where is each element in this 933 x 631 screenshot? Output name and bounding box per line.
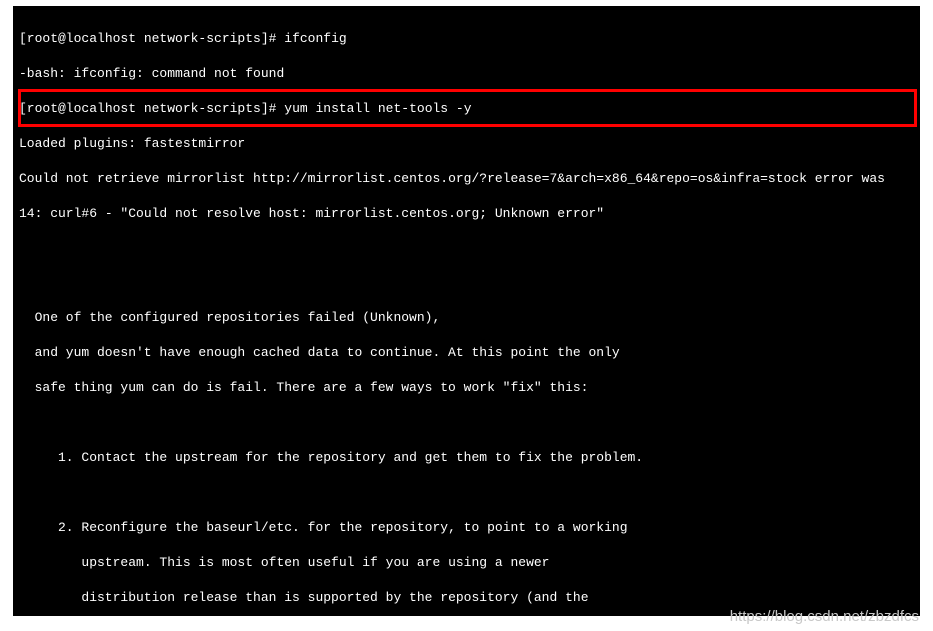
command-text: yum install net-tools -y [284, 101, 471, 116]
prompt-line-1: [root@localhost network-scripts]# ifconf… [19, 30, 914, 48]
blank-line [19, 240, 914, 257]
watermark-text: https://blog.csdn.net/zbzdfcs [730, 607, 919, 627]
list-number: 1. [58, 450, 74, 465]
blank-line [19, 275, 914, 292]
list-item-2-cont: distribution release than is supported b… [19, 589, 914, 607]
error-output: -bash: ifconfig: command not found [19, 65, 914, 83]
message-line: and yum doesn't have enough cached data … [19, 344, 914, 362]
list-item-2: 2. Reconfigure the baseurl/etc. for the … [19, 519, 914, 537]
error-mirrorlist-1: Could not retrieve mirrorlist http://mir… [19, 170, 914, 188]
list-number: 2. [58, 520, 74, 535]
output-line: Loaded plugins: fastestmirror [19, 135, 914, 153]
blank-line [19, 484, 914, 501]
list-item-2-cont: upstream. This is most often useful if y… [19, 554, 914, 572]
shell-prompt: [root@localhost network-scripts]# [19, 31, 276, 46]
prompt-line-2: [root@localhost network-scripts]# yum in… [19, 100, 914, 118]
terminal-window[interactable]: [root@localhost network-scripts]# ifconf… [13, 6, 920, 616]
error-mirrorlist-2: 14: curl#6 - "Could not resolve host: mi… [19, 205, 914, 223]
list-item-1: 1. Contact the upstream for the reposito… [19, 449, 914, 467]
message-line: safe thing yum can do is fail. There are… [19, 379, 914, 397]
blank-line [19, 414, 914, 431]
command-text: ifconfig [284, 31, 346, 46]
shell-prompt: [root@localhost network-scripts]# [19, 101, 276, 116]
message-line: One of the configured repositories faile… [19, 309, 914, 327]
